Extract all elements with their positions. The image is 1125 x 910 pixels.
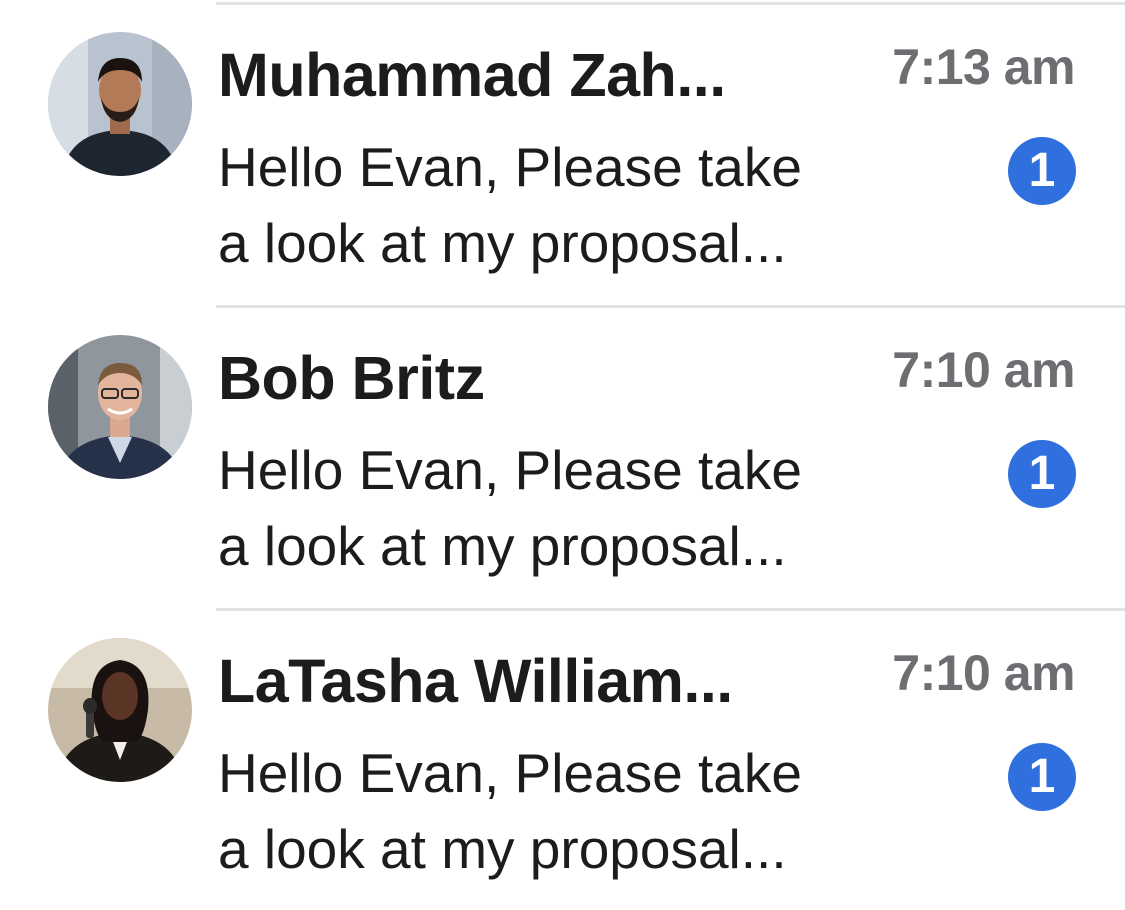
person-photo-avatar-icon [48,32,192,176]
message-preview: Hello Evan, Please take a look at my pro… [218,432,898,584]
unread-badge: 1 [1008,743,1076,811]
unread-badge: 1 [1008,137,1076,205]
avatar[interactable] [48,335,192,479]
avatar[interactable] [48,638,192,782]
contact-name: LaTasha William... [218,647,733,715]
message-time: 7:10 am [892,342,1075,398]
message-preview-line: a look at my proposal... [218,212,787,274]
message-preview: Hello Evan, Please take a look at my pro… [218,129,898,281]
contact-name: Muhammad Zah... [218,41,726,109]
message-preview-line: a look at my proposal... [218,818,787,880]
message-time: 7:13 am [892,39,1075,95]
person-photo-avatar-icon [48,638,192,782]
contact-name: Bob Britz [218,344,485,412]
conversation-row[interactable]: Bob Britz 7:10 am Hello Evan, Please tak… [0,308,1125,611]
message-preview-line: a look at my proposal... [218,515,787,577]
conversation-row[interactable]: LaTasha William... 7:10 am Hello Evan, P… [0,611,1125,910]
message-preview-line: Hello Evan, Please take [218,136,802,198]
message-preview-line: Hello Evan, Please take [218,742,802,804]
unread-badge: 1 [1008,440,1076,508]
person-photo-avatar-icon [48,335,192,479]
message-time: 7:10 am [892,645,1075,701]
message-preview: Hello Evan, Please take a look at my pro… [218,735,898,887]
avatar[interactable] [48,32,192,176]
conversation-row[interactable]: Muhammad Zah... 7:13 am Hello Evan, Plea… [0,5,1125,308]
message-preview-line: Hello Evan, Please take [218,439,802,501]
